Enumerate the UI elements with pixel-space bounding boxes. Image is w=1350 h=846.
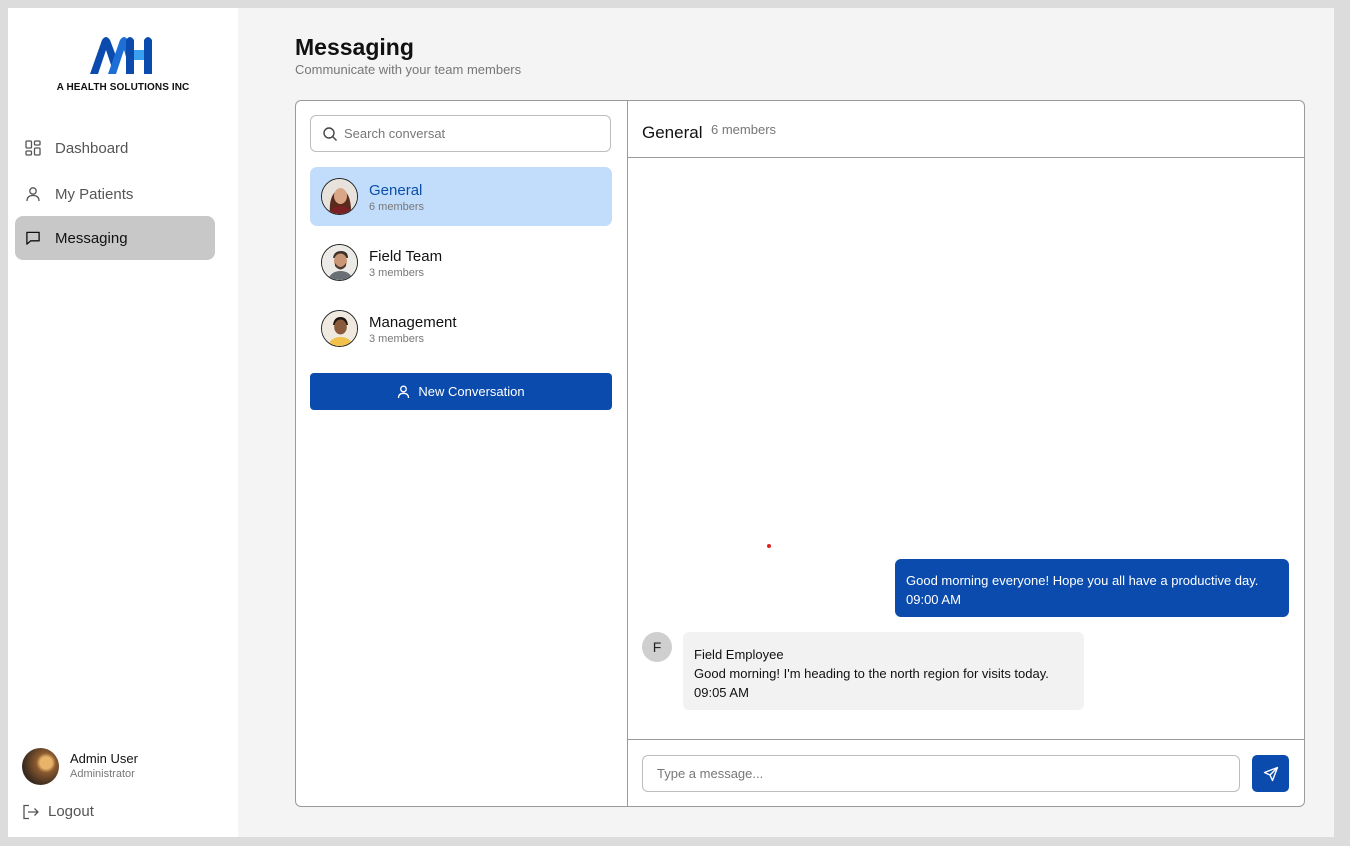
page-subtitle: Communicate with your team members <box>295 62 522 77</box>
send-button[interactable] <box>1252 755 1289 792</box>
user-icon <box>397 385 410 399</box>
messaging-panel: General 6 members Field Team 3 members M… <box>295 100 1305 807</box>
avatar <box>22 748 59 785</box>
search-icon <box>322 126 338 142</box>
conversation-members: 6 members <box>369 201 425 213</box>
conversation-item-management[interactable]: Management 3 members <box>310 299 612 358</box>
conversation-members: 3 members <box>369 333 425 345</box>
user-name: Admin User <box>70 751 138 766</box>
message-input[interactable] <box>642 755 1240 792</box>
conversation-name: General <box>369 182 423 199</box>
page-title: Messaging <box>295 34 414 60</box>
logout-button[interactable]: Logout <box>22 803 94 820</box>
logo-mark-icon <box>90 37 152 74</box>
new-conversation-label: New Conversation <box>418 384 525 399</box>
avatar <box>321 244 358 281</box>
user-role: Administrator <box>70 768 135 780</box>
sidebar-item-dashboard[interactable]: Dashboard <box>15 126 215 170</box>
sidebar-item-label: My Patients <box>55 185 134 203</box>
app-frame: A HEALTH SOLUTIONS INC Dashboard My Pati… <box>8 8 1334 837</box>
logout-label: Logout <box>48 803 94 820</box>
sidebar-item-messaging[interactable]: Messaging <box>15 216 215 260</box>
message-text: Good morning! I'm heading to the north r… <box>694 666 1049 681</box>
search-input[interactable] <box>344 126 604 141</box>
chat-area: General 6 members Good morning everyone!… <box>628 101 1304 806</box>
sidebar-item-label: Messaging <box>55 229 128 247</box>
conversation-list: General 6 members Field Team 3 members M… <box>296 101 628 806</box>
company-logo: A HEALTH SOLUTIONS INC <box>56 34 196 96</box>
chat-header: General 6 members <box>628 101 1304 158</box>
avatar <box>321 310 358 347</box>
message-time: 09:00 AM <box>906 592 961 607</box>
sidebar-item-my-patients[interactable]: My Patients <box>15 172 215 216</box>
message-sender: Field Employee <box>694 647 784 662</box>
avatar <box>321 178 358 215</box>
message-icon <box>25 230 41 246</box>
cursor-indicator <box>767 544 771 548</box>
message-time: 09:05 AM <box>694 685 749 700</box>
conversation-name: Management <box>369 314 457 331</box>
avatar: F <box>642 632 672 662</box>
logout-icon <box>22 804 40 820</box>
new-conversation-button[interactable]: New Conversation <box>310 373 612 410</box>
user-icon <box>25 186 41 202</box>
message-incoming: Field Employee Good morning! I'm heading… <box>683 632 1084 710</box>
sidebar: A HEALTH SOLUTIONS INC Dashboard My Pati… <box>8 8 238 837</box>
conversation-item-field-team[interactable]: Field Team 3 members <box>310 233 612 292</box>
search-box <box>310 115 611 152</box>
message-text: Good morning everyone! Hope you all have… <box>906 573 1259 588</box>
company-name: A HEALTH SOLUTIONS INC <box>56 82 190 93</box>
send-icon <box>1263 766 1279 782</box>
message-outgoing: Good morning everyone! Hope you all have… <box>895 559 1289 617</box>
conversation-item-general[interactable]: General 6 members <box>310 167 612 226</box>
sidebar-item-label: Dashboard <box>55 139 129 157</box>
conversation-name: Field Team <box>369 248 443 265</box>
chat-composer <box>628 739 1304 806</box>
current-user[interactable]: Admin User Administrator <box>22 748 222 786</box>
chat-member-count: 6 members <box>711 122 777 137</box>
chat-title: General <box>642 123 703 142</box>
conversation-members: 3 members <box>369 267 425 279</box>
dashboard-icon <box>25 140 41 156</box>
